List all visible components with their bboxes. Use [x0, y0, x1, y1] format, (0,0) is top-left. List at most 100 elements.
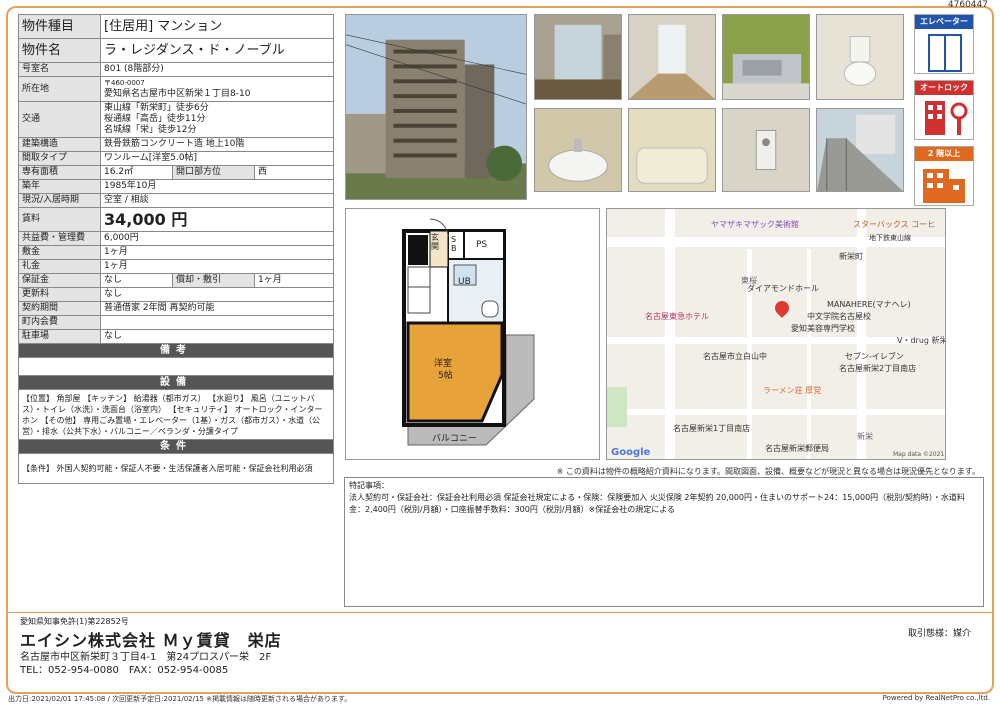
direction-value: 西 — [254, 165, 334, 180]
guarantee-label: 保証金 — [18, 273, 101, 288]
address-value: 愛知県名古屋市中区新栄１丁目8-10 — [104, 89, 251, 99]
equipment-header: 設備 — [18, 375, 334, 390]
transit-1: 東山線「新栄町」徒歩6分 — [104, 103, 209, 113]
area-label: 専有面積 — [18, 165, 101, 180]
town-fee-value — [100, 315, 334, 330]
special-notes-body: 法人契約可・保証会社：保証会社利用必須 保証会社規定による・保険：保険要加入 火… — [349, 493, 965, 514]
map-label-seven-1chome: 名古屋新栄1丁目南店 — [673, 424, 751, 433]
autolock-badge: オートロック — [914, 80, 974, 140]
special-notes-title: 特記事項： — [349, 481, 389, 490]
output-date: 出力日:2021/02/01 17:45:08 / 次回更新予定日:2021/0… — [8, 695, 352, 703]
conditions-header: 条件 — [18, 439, 334, 454]
floor-plan[interactable]: 玄関 S B PS UB 洋室 5帖 バルコニー — [345, 208, 600, 460]
bathtub-photo[interactable] — [628, 108, 716, 192]
map-label-subway: 地下鉄東山線 — [869, 234, 911, 242]
disclaimer-note: ※ この資料は物件の概略紹介資料になります。間取図面、設備、概要などが現況と異な… — [556, 467, 980, 476]
key-money-value: 1ヶ月 — [100, 259, 334, 274]
map-label-shinsakae: 新栄 — [857, 432, 873, 441]
map-label-ramen: ラーメン荘 厚党 — [763, 386, 822, 395]
status-label: 現況/入居時期 — [18, 193, 101, 208]
intercom-photo[interactable] — [722, 108, 810, 192]
transit-label: 交通 — [18, 101, 101, 138]
powered-by: Powered by RealNetPro co.,ltd. — [882, 694, 990, 702]
parking-label: 駐車場 — [18, 329, 101, 344]
plan-ub: UB — [458, 277, 471, 287]
map-label-beauty-school: 愛知美容専門学校 — [791, 324, 855, 333]
contract-value: 普通借家 2年間 再契約可能 — [100, 301, 334, 316]
map-label-museum: ヤマザキマザック美術館 — [711, 220, 799, 229]
remarks-header: 備考 — [18, 343, 334, 358]
elevator-badge-label: エレベーター — [915, 15, 973, 29]
map-label-diamond-hall: ダイアモンドホール — [747, 284, 819, 293]
map-label-vdrug: V・drug 新栄 — [897, 336, 946, 345]
map-label-seven-eleven: セブン-イレブン — [845, 352, 904, 361]
layout-value: ワンルーム[洋室5.0帖] — [100, 151, 334, 166]
map-label-seven-2chome: 名古屋新栄2丁目南店 — [839, 364, 917, 373]
license-number: 愛知県知事免許(1)第22852号 — [20, 617, 129, 626]
building-icon — [923, 169, 965, 203]
plan-genkan: 玄関 — [431, 233, 439, 251]
area-value: 16.2㎡ — [100, 165, 173, 180]
built-value: 1985年10月 — [100, 179, 334, 194]
key-money-label: 礼金 — [18, 259, 101, 274]
rent-label: 賃料 — [18, 207, 101, 232]
room-value: 801 (8階部分) — [100, 62, 334, 77]
plan-sb: S B — [451, 235, 457, 253]
special-notes-box: 特記事項： 法人契約可・保証会社：保証会社利用必須 保証会社規定による・保険：保… — [344, 477, 984, 607]
plan-room-size: 5帖 — [438, 371, 453, 381]
deposit-label: 敷金 — [18, 245, 101, 260]
washbasin-photo[interactable] — [534, 108, 622, 192]
location-map[interactable]: ヤマザキマザック美術館 スターバックス コーヒ 地下鉄東山線 新栄町 ダイアモン… — [606, 208, 946, 460]
map-roads — [607, 209, 945, 459]
renewal-label: 更新料 — [18, 287, 101, 302]
name-label: 物件名 — [18, 38, 101, 63]
room-photo-2[interactable] — [628, 14, 716, 100]
zip-code: 〒460-0007 — [104, 79, 145, 87]
toilet-photo[interactable] — [816, 14, 904, 100]
parking-value: なし — [100, 329, 334, 344]
fee-value: 6,000円 — [100, 231, 334, 246]
map-attribution: Map data ©2021 — [893, 451, 945, 458]
floor-badge: 2 階以上 — [914, 146, 974, 206]
property-spec-table: 物件種目 [住居用] マンション 物件名 ラ・レジダンス・ド・ノーブル 号室名 801… — [18, 14, 334, 484]
transit-2: 桜通線「高岳」徒歩11分 — [104, 114, 206, 124]
footer-divider — [8, 612, 992, 613]
town-fee-label: 町内会費 — [18, 315, 101, 330]
balcony-photo[interactable] — [816, 108, 904, 192]
depreciation-value: 1ヶ月 — [254, 273, 334, 288]
fee-label: 共益費・管理費 — [18, 231, 101, 246]
reference-id: 4760447 — [947, 0, 988, 10]
floor-plan-drawing — [402, 218, 535, 446]
map-label-manahere: MANAHERE(マナヘレ) — [827, 300, 911, 309]
type-value: [住居用] マンション — [100, 14, 334, 39]
map-label-starbucks: スターバックス コーヒ — [853, 220, 936, 229]
plan-balcony: バルコニー — [432, 434, 477, 444]
lock-icon — [925, 101, 968, 135]
contract-label: 契約期間 — [18, 301, 101, 316]
deposit-value: 1ヶ月 — [100, 245, 334, 260]
renewal-value: なし — [100, 287, 334, 302]
conditions-value: 【条件】 外国人契約可能・保証人不要・生活保護者入居可能・保証会社利用必須 — [18, 453, 334, 484]
plan-ps: PS — [476, 240, 488, 250]
guarantee-value: なし — [100, 273, 173, 288]
floor-badge-label: 2 階以上 — [915, 147, 973, 161]
structure-value: 鉄骨鉄筋コンクリート造 地上10階 — [100, 137, 334, 152]
depreciation-label: 償却・敷引 — [172, 273, 255, 288]
type-label: 物件種目 — [18, 14, 101, 39]
transaction-mode: 取引態様：媒介 — [908, 629, 972, 639]
equipment-value: 【位置】 角部屋 【キッチン】 給湯器（都市ガス） 【水廻り】 風呂（ユニットバ… — [18, 389, 334, 440]
map-label-shinsakae-station: 新栄町 — [839, 252, 863, 261]
map-label-higashisakura: 東桜 — [741, 276, 757, 285]
map-label-tokyu-hotel: 名古屋東急ホテル — [645, 312, 709, 321]
room-label: 号室名 — [18, 62, 101, 77]
remarks-value — [18, 357, 334, 376]
building-exterior-photo[interactable] — [345, 14, 527, 200]
room-photo-1[interactable] — [534, 14, 622, 100]
status-value: 空室 / 相談 — [100, 193, 334, 208]
kitchen-photo[interactable] — [722, 14, 810, 100]
rent-value: 34,000 円 — [100, 207, 334, 232]
autolock-badge-label: オートロック — [915, 81, 973, 95]
address-label: 所在地 — [18, 76, 101, 102]
map-label-chinese-school: 中文学院名古屋校 — [807, 312, 871, 321]
map-label-post-office: 名古屋新栄郵便局 — [765, 444, 829, 453]
